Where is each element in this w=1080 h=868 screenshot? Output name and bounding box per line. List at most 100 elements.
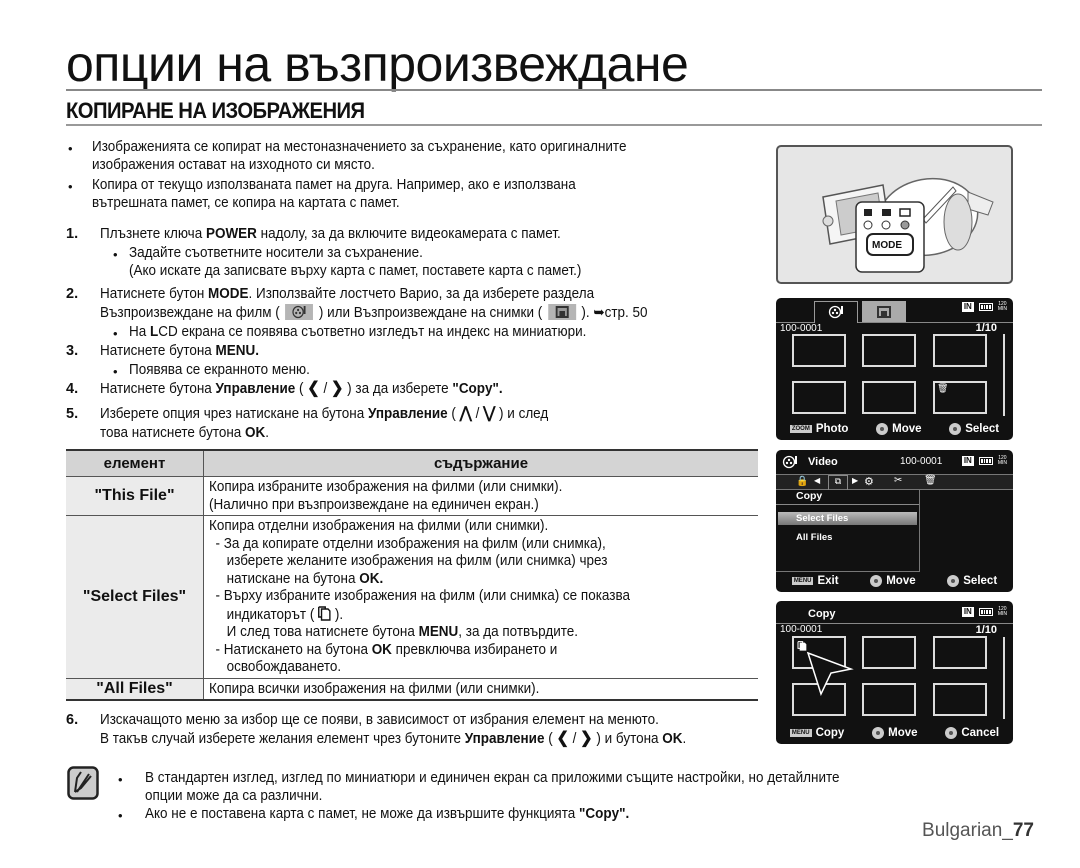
photo-mode-icon: [882, 209, 891, 216]
arrow-left-icon: ◀: [814, 476, 821, 485]
screen-footer: MENU Copy Move Cancel: [776, 724, 1013, 742]
cell-text: И след това натиснете бутона MENU, за да…: [226, 624, 579, 640]
internal-memory-icon: IN: [961, 302, 974, 312]
thumbnail[interactable]: [862, 334, 916, 367]
photo-icon: [877, 306, 891, 318]
step-2-line2: Възпроизвеждане на филм ( ) или Възпроиз…: [100, 304, 648, 321]
cell-text: Копира всички изображения на филми (или …: [209, 681, 540, 697]
menu-item-select-files[interactable]: Select Files: [778, 512, 917, 525]
table-row: "This File" Копира избраните изображения…: [66, 477, 758, 516]
screen-title: Copy: [808, 608, 836, 620]
mode-label: Video: [808, 456, 838, 468]
bullet-icon: •: [113, 247, 118, 262]
cell-text: освобождаването.: [226, 659, 342, 675]
menu-item-all-files[interactable]: All Files: [778, 531, 917, 544]
cell-text: Копира отделни изображения на филми (или…: [209, 518, 549, 534]
bullet-icon: •: [113, 326, 118, 341]
page-number: Bulgarian_77: [922, 820, 1034, 841]
tab-movie-playback: [814, 301, 858, 323]
cell-text: Копира избраните изображения на филми (и…: [209, 479, 563, 495]
step-3-sub: Появява се екранното меню.: [129, 362, 310, 378]
cell-text: - Натискането на бутона OK превключва из…: [215, 641, 558, 658]
note-pencil-icon: [67, 766, 99, 800]
footer-label: Cancel: [961, 727, 1000, 739]
cell-text: изберете желаните изображения на филм (и…: [226, 553, 608, 569]
step-2-sub: На LCD екрана се появява съответно изгле…: [129, 324, 587, 340]
option-select-files: "Select Files": [66, 516, 204, 678]
thumbnail[interactable]: [933, 636, 987, 669]
image-counter: 1/10: [975, 624, 997, 636]
menu-title: Copy: [796, 490, 823, 502]
internal-memory-icon: IN: [961, 456, 974, 466]
thumbnail[interactable]: [792, 381, 846, 414]
intro-line: изображения остават на изходното си мяст…: [92, 157, 375, 173]
step-1-note: (Ако искате да записвате върху карта с п…: [129, 263, 582, 279]
edit-icon[interactable]: ✂: [894, 475, 902, 486]
delete-icon[interactable]: 🗑: [924, 475, 937, 486]
protect-icon[interactable]: 🔒: [796, 476, 808, 487]
joystick-move-icon: [876, 423, 889, 435]
menu-key-icon: MENU: [791, 577, 814, 585]
trash-icon: 🗑: [937, 383, 949, 393]
mode-button-label: MODE: [872, 240, 902, 251]
chevron-up-icon: ⋀: [459, 405, 472, 422]
cell-text: (Налично при възпроизвеждане на единичен…: [209, 496, 539, 513]
file-number: 100-0001: [780, 323, 823, 334]
step-2-text: Натиснете бутон MODE. Използвайте лостче…: [100, 286, 595, 302]
footer-label: Select: [965, 423, 1000, 435]
scrollbar[interactable]: [1003, 637, 1005, 719]
joystick-move-icon: [872, 727, 885, 739]
note-line: Ако не е поставена карта с памет, не мож…: [145, 806, 630, 822]
copy-indicator-icon: [797, 641, 807, 651]
zoom-key-icon: ZOOM: [789, 425, 812, 433]
thumbnail[interactable]: [933, 334, 987, 367]
screen-footer: ZOOM Photo Move Select: [776, 420, 1013, 438]
scrollbar[interactable]: [1003, 334, 1005, 416]
section-divider: [66, 124, 1042, 126]
cell-text: - За да копирате отделни изображения на …: [215, 535, 606, 552]
battery-icon: [978, 608, 993, 616]
intro-line: Изображенията се копират на местоназначе…: [92, 139, 627, 155]
copy-tab-icon[interactable]: ⧉: [828, 475, 848, 490]
chevron-left-icon: ❮: [307, 380, 320, 397]
thumbnail[interactable]: [792, 334, 846, 367]
camcorder-image: [822, 177, 994, 273]
section-title: КОПИРАНЕ НА ИЗОБРАЖЕНИЯ: [66, 98, 365, 123]
thumbnail[interactable]: [862, 636, 916, 669]
status-indicators: IN 120 MIN: [961, 301, 1007, 312]
footer-label: Move: [892, 423, 922, 435]
chevron-left-icon: ❮: [556, 730, 569, 747]
chevron-down-icon: ⋁: [483, 405, 496, 422]
step-number: 2.: [66, 286, 79, 302]
step-number: 4.: [66, 381, 79, 397]
footer-label: Move: [886, 575, 916, 587]
options-table: елемент съдържание "This File" Копира из…: [66, 449, 758, 701]
settings-icon[interactable]: ⚙: [864, 475, 874, 488]
remaining-time: 120 MIN: [997, 606, 1007, 617]
ok-select-icon: [949, 423, 962, 435]
thumbnail[interactable]: 🗑: [933, 381, 987, 414]
title-divider: [66, 89, 1042, 91]
thumbnail[interactable]: [862, 381, 916, 414]
chevron-right-icon: ❯: [330, 380, 344, 397]
ok-cancel-icon: [945, 727, 958, 739]
thumbnail[interactable]: [862, 683, 916, 716]
option-all-files: "All Files": [66, 679, 204, 699]
lcd-screen-copy-select: Copy IN 120 MIN 100-0001 1/10 MENU Copy Mo…: [776, 601, 1013, 744]
page-title: опции на възпроизвеждане: [66, 36, 689, 92]
table-row: "All Files" Копира всички изображения на…: [66, 679, 758, 701]
status-indicators: IN 120 MIN: [961, 606, 1007, 617]
footer-label: Move: [888, 727, 918, 739]
table-row: "Select Files" Копира отделни изображени…: [66, 516, 758, 679]
remaining-time: 120 MIN: [997, 301, 1007, 312]
thumbnail[interactable]: [933, 683, 987, 716]
cell-text: натискане на бутона OK.: [226, 570, 384, 587]
step-6-text: Изскачащото меню за избор ще се появи, в…: [100, 712, 659, 728]
arrow-right-icon: ▶: [852, 476, 859, 485]
status-indicators: IN 120 MIN: [961, 456, 1007, 466]
bullet-icon: •: [113, 364, 118, 379]
movie-playback-tab-icon: [285, 304, 314, 320]
step-6-line2: В такъв случай изберете желания елемент …: [100, 730, 687, 747]
step-4-text: Натиснете бутона Управление ( ❮ / ❯ ) за…: [100, 380, 503, 397]
ok-select-icon: [947, 575, 960, 587]
